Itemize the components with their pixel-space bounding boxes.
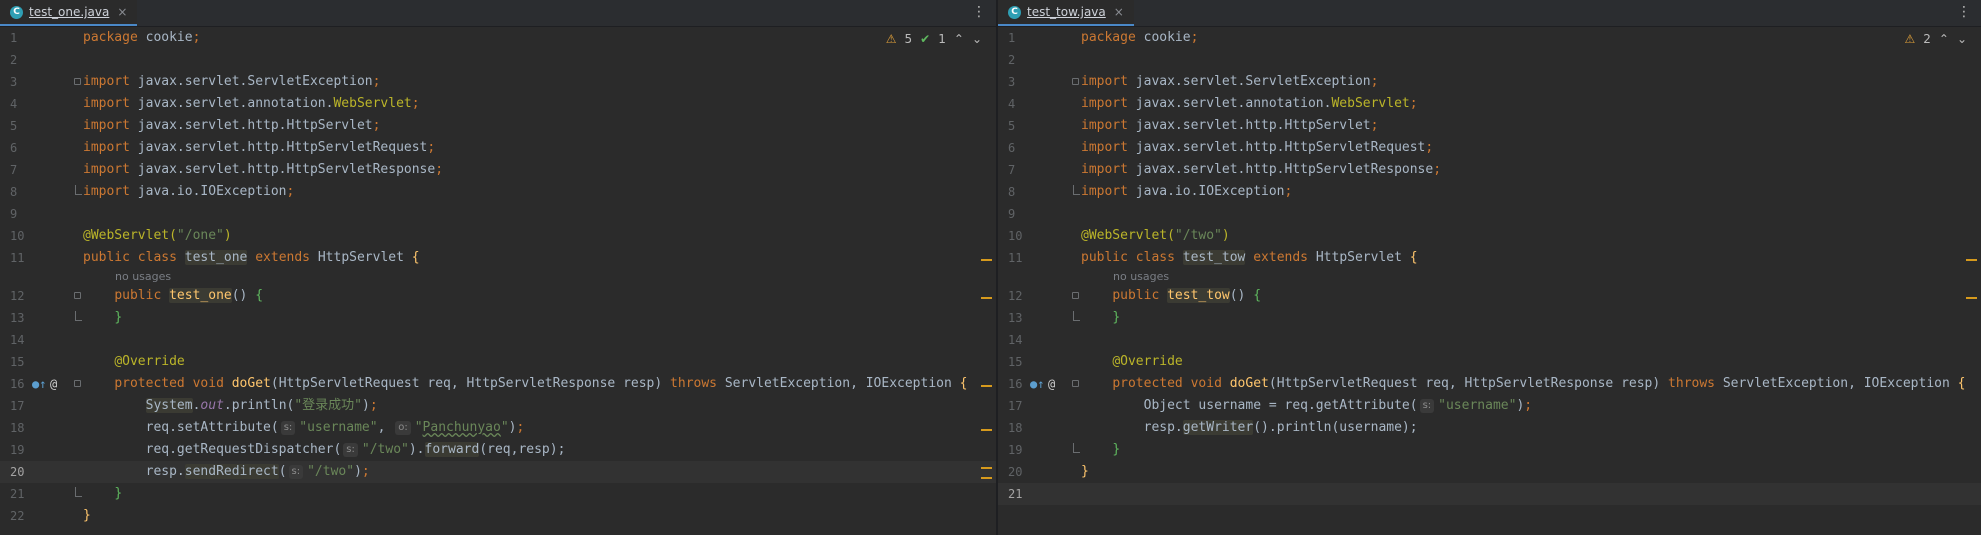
code-line: 2 <box>10 53 18 67</box>
fold-end-icon[interactable] <box>75 487 82 497</box>
editor-pane-left: C test_one.java × ⋮ ⚠ 5 ✔ 1 ⌃ ⌄ 1 package… <box>0 0 996 535</box>
annotation-icon[interactable]: @ <box>50 373 57 395</box>
code-line: 1 package cookie; <box>10 30 201 45</box>
code-line: 21 } <box>10 486 123 501</box>
code-line: 15 @Override <box>1008 354 1183 369</box>
fold-icon[interactable] <box>1072 78 1079 85</box>
code-line: 18 req.setAttribute(s: "username", o: "Pan… <box>0 417 996 439</box>
code-line: 6 import javax.servlet.http.HttpServletRe… <box>1008 140 1434 155</box>
code-editor[interactable]: ⚠ 5 ✔ 1 ⌃ ⌄ 1 package cookie; 2 3 import j… <box>0 27 996 535</box>
more-options-icon[interactable]: ⋮ <box>1957 4 1971 20</box>
fold-icon[interactable] <box>1072 292 1079 299</box>
code-line: 1 package cookie; <box>1008 30 1199 45</box>
code-line: 11 public class test_tow extends HttpServ… <box>998 247 1981 269</box>
code-line: 13 } <box>1008 310 1121 325</box>
fold-icon[interactable] <box>74 292 81 299</box>
code-line: 19 req.getRequestDispatcher(s: "/two").fo… <box>10 442 566 457</box>
code-line: 17 System.out.println("登录成功"); <box>10 398 378 413</box>
code-editor[interactable]: ⚠ 2 ⌃ ⌄ 1 package cookie; 2 3 import javax… <box>998 27 1981 535</box>
code-line: 15 @Override <box>10 354 185 369</box>
code-line: 3 import javax.servlet.ServletException; <box>1008 74 1379 89</box>
code-line: 5 import javax.servlet.http.HttpServlet; <box>10 118 381 133</box>
override-method-icon[interactable]: ●↑ <box>1030 373 1044 395</box>
fold-end-icon[interactable] <box>75 185 82 195</box>
warning-marker[interactable] <box>981 259 992 261</box>
warning-marker[interactable] <box>981 297 992 299</box>
code-line: 3 import javax.servlet.ServletException; <box>10 74 381 89</box>
code-line: 5 import javax.servlet.http.HttpServlet; <box>1008 118 1379 133</box>
code-line: 10 @WebServlet("/one") <box>10 228 232 243</box>
code-line: 16 ●↑ @ protected void doGet(HttpServletRe… <box>998 373 1981 395</box>
code-line: 9 <box>10 207 18 221</box>
code-line: 12 public test_one() { <box>0 285 996 307</box>
code-line: 17 Object username = req.getAttribute(s:… <box>1008 398 1533 413</box>
java-class-icon: C <box>10 5 23 19</box>
code-line: 8 import java.io.IOException; <box>10 184 295 199</box>
close-icon[interactable]: × <box>117 5 127 19</box>
warning-marker[interactable] <box>981 429 992 431</box>
warning-marker[interactable] <box>981 477 992 479</box>
warning-marker[interactable] <box>981 467 992 469</box>
code-line: 16 ●↑ @ protected void doGet(HttpServletRe… <box>0 373 996 395</box>
inlay-hint-line: no usages <box>0 269 996 285</box>
tab-label: test_tow.java <box>1027 5 1106 19</box>
code-line-current: 20 resp.sendRedirect(s: "/two"); <box>0 461 996 483</box>
tab-test-one[interactable]: C test_one.java × <box>0 0 138 26</box>
code-line-current: 21 <box>998 483 1981 505</box>
fold-icon[interactable] <box>74 78 81 85</box>
usages-hint[interactable]: no usages <box>115 269 171 285</box>
inlay-hint-line: no usages <box>998 269 1981 285</box>
fold-end-icon[interactable] <box>75 311 82 321</box>
code-line: 11 public class test_one extends HttpServ… <box>0 247 996 269</box>
code-line: 14 <box>10 333 25 347</box>
warning-marker[interactable] <box>1966 259 1977 261</box>
usages-hint[interactable]: no usages <box>1113 269 1169 285</box>
code-line: 20} <box>1008 464 1089 479</box>
warning-marker[interactable] <box>981 385 992 387</box>
code-line: 4 import javax.servlet.annotation.WebServ… <box>10 96 420 111</box>
code-line: 4 import javax.servlet.annotation.WebServ… <box>1008 96 1418 111</box>
fold-end-icon[interactable] <box>1073 443 1080 453</box>
code-line: 14 <box>1008 333 1023 347</box>
code-line: 12 public test_tow() { <box>998 285 1981 307</box>
fold-icon[interactable] <box>74 380 81 387</box>
code-line: 22} <box>10 508 91 523</box>
code-line: 7 import javax.servlet.http.HttpServletRe… <box>10 162 444 177</box>
fold-icon[interactable] <box>1072 380 1079 387</box>
code-line: 9 <box>1008 207 1016 221</box>
warning-marker[interactable] <box>1966 297 1977 299</box>
code-line: 13 } <box>10 310 123 325</box>
code-line: 18 resp.getWriter().println(username); <box>1008 420 1418 435</box>
override-method-icon[interactable]: ●↑ <box>32 373 46 395</box>
code-line: 7 import javax.servlet.http.HttpServletRe… <box>1008 162 1442 177</box>
more-options-icon[interactable]: ⋮ <box>972 4 986 20</box>
code-line: 2 <box>1008 53 1016 67</box>
tab-label: test_one.java <box>29 5 110 19</box>
code-line: 10 @WebServlet("/two") <box>1008 228 1230 243</box>
tab-test-tow[interactable]: C test_tow.java × <box>998 0 1134 26</box>
fold-end-icon[interactable] <box>1073 311 1080 321</box>
code-line: 8 import java.io.IOException; <box>1008 184 1293 199</box>
fold-end-icon[interactable] <box>1073 185 1080 195</box>
code-line: 19 } <box>1008 442 1121 457</box>
close-icon[interactable]: × <box>1114 5 1124 19</box>
annotation-icon[interactable]: @ <box>1048 373 1055 395</box>
java-class-icon: C <box>1008 5 1021 19</box>
tab-bar: C test_tow.java × ⋮ <box>998 0 1981 27</box>
tab-bar: C test_one.java × ⋮ <box>0 0 996 27</box>
code-line: 6 import javax.servlet.http.HttpServletRe… <box>10 140 436 155</box>
editor-pane-right: C test_tow.java × ⋮ ⚠ 2 ⌃ ⌄ 1 package coo… <box>998 0 1981 535</box>
